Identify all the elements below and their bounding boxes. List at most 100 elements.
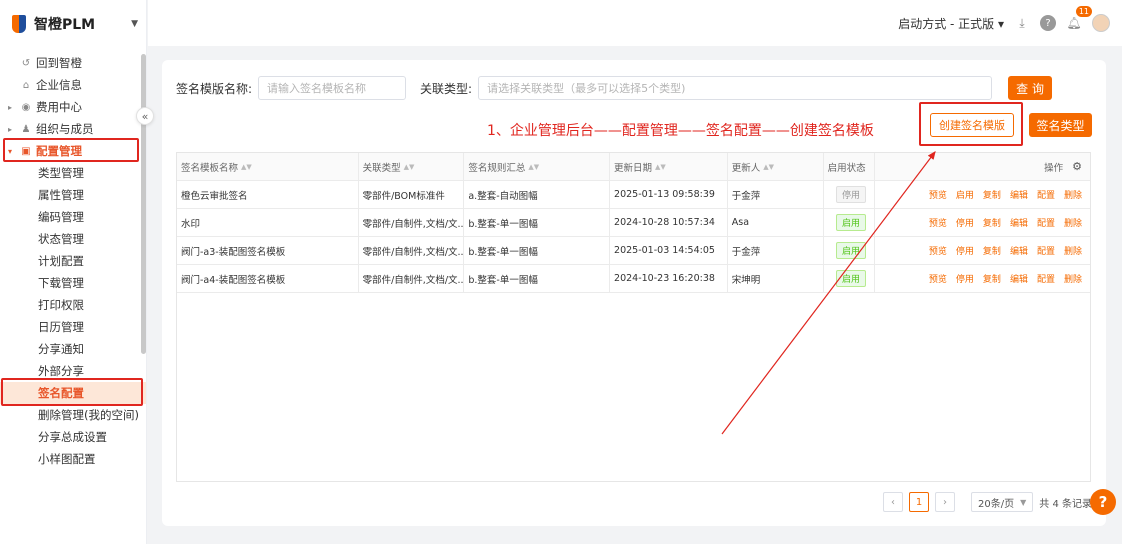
- sidebar-subitem[interactable]: 打印权限: [0, 294, 146, 316]
- sidebar-item-2[interactable]: ▸ ◉ 费用中心: [0, 96, 146, 118]
- sort-icon[interactable]: ▲▼: [655, 163, 666, 171]
- row-action-link[interactable]: 预览: [929, 216, 947, 229]
- cell-name: 橙色云审批签名: [177, 181, 359, 208]
- column-header[interactable]: 操作 ⚙: [875, 153, 1090, 180]
- sidebar-subitem[interactable]: 删除管理(我的空间): [0, 404, 146, 426]
- column-header[interactable]: 签名规则汇总 ▲▼: [464, 153, 611, 180]
- table-row: 水印 零部件/自制件,文档/文... b.整套-单一图幅 2024-10-28 10:…: [177, 209, 1090, 237]
- sidebar-subitem[interactable]: 小样图配置: [0, 448, 146, 470]
- sidebar-subitem[interactable]: 外部分享: [0, 360, 146, 382]
- row-action-link[interactable]: 配置: [1037, 216, 1055, 229]
- avatar[interactable]: [1092, 14, 1110, 32]
- query-button[interactable]: 查 询: [1008, 76, 1053, 100]
- sort-icon[interactable]: ▲▼: [528, 163, 539, 171]
- cell-name: 阀门-a4-装配图签名模板: [177, 265, 359, 292]
- pagination: ‹ 1 › 20条/页 ▼ 共 4 条记录: [883, 492, 1092, 512]
- prev-page-icon[interactable]: ‹: [883, 492, 904, 512]
- sidebar-item-3[interactable]: ▸ ♟ 组织与成员: [0, 118, 146, 140]
- cell-status: 启用: [824, 209, 876, 236]
- type-select[interactable]: 请选择关联类型（最多可以选择5个类型): [478, 76, 993, 100]
- row-action-link[interactable]: 停用: [956, 244, 974, 257]
- page-size-select[interactable]: 20条/页 ▼: [971, 492, 1034, 512]
- sidebar-item-1[interactable]: ⌂ 企业信息: [0, 74, 146, 96]
- row-action-link[interactable]: 复制: [983, 244, 1001, 257]
- create-template-button[interactable]: 创建签名模版: [930, 113, 1014, 137]
- sidebar-subitem[interactable]: 日历管理: [0, 316, 146, 338]
- app-name: 智橙PLM: [34, 17, 96, 33]
- status-badge: 启用: [836, 242, 867, 259]
- row-action-link[interactable]: 删除: [1064, 188, 1082, 201]
- row-action-link[interactable]: 配置: [1037, 272, 1055, 285]
- cell-date: 2025-01-03 14:54:05: [610, 237, 728, 264]
- sidebar-item-label: 费用中心: [36, 100, 82, 114]
- name-input[interactable]: 请输入签名模板名称: [258, 76, 407, 100]
- collapse-sidebar-icon[interactable]: «: [136, 107, 154, 125]
- sort-icon[interactable]: ▲▼: [241, 163, 252, 171]
- row-action-link[interactable]: 停用: [956, 216, 974, 229]
- sidebar-subitem[interactable]: 分享通知: [0, 338, 146, 360]
- sidebar-item-0[interactable]: ↺ 回到智橙: [0, 52, 146, 74]
- next-page-icon[interactable]: ›: [935, 492, 956, 512]
- sidebar-subitem[interactable]: 类型管理: [0, 162, 146, 184]
- row-action-link[interactable]: 预览: [929, 188, 947, 201]
- instruction-annotation: 1、企业管理后台——配置管理——签名配置——创建签名模板: [487, 123, 874, 139]
- sidebar-subitem[interactable]: 属性管理: [0, 184, 146, 206]
- row-action-link[interactable]: 编辑: [1010, 188, 1028, 201]
- sidebar-subitem[interactable]: 编码管理: [0, 206, 146, 228]
- home-icon: ⌂: [22, 79, 30, 91]
- row-action-link[interactable]: 复制: [983, 216, 1001, 229]
- column-header[interactable]: 关联类型 ▲▼: [359, 153, 465, 180]
- column-header[interactable]: 签名模板名称 ▲▼: [177, 153, 359, 180]
- app-logo[interactable]: 智橙PLM ▼: [0, 0, 146, 48]
- sidebar-subitem[interactable]: 状态管理: [0, 228, 146, 250]
- cell-user: 宋坤明: [728, 265, 824, 292]
- row-action-link[interactable]: 复制: [983, 188, 1001, 201]
- row-action-link[interactable]: 删除: [1064, 216, 1082, 229]
- table-body: 橙色云审批签名 零部件/BOM标准件 a.整套-自动图幅 2025-01-13 09:…: [177, 181, 1090, 293]
- sidebar-subitem[interactable]: 下载管理: [0, 272, 146, 294]
- help-icon[interactable]: ?: [1040, 15, 1056, 31]
- status-badge: 启用: [836, 270, 867, 287]
- sort-icon[interactable]: ▲▼: [404, 163, 415, 171]
- return-icon: ↺: [21, 57, 31, 69]
- row-action-link[interactable]: 编辑: [1010, 244, 1028, 257]
- row-action-link[interactable]: 停用: [956, 272, 974, 285]
- total-count: 共 4 条记录: [1039, 498, 1092, 510]
- row-action-link[interactable]: 启用: [956, 188, 974, 201]
- page-current[interactable]: 1: [909, 492, 930, 512]
- sidebar-subitem[interactable]: 计划配置: [0, 250, 146, 272]
- sidebar-group-config[interactable]: ▾ ▣ 配置管理: [0, 140, 146, 162]
- signature-types-button[interactable]: 签名类型: [1029, 113, 1092, 137]
- row-action-link[interactable]: 删除: [1064, 244, 1082, 257]
- cell-user: 于金萍: [728, 181, 824, 208]
- cost-icon: ◉: [21, 101, 31, 113]
- row-action-link[interactable]: 配置: [1037, 244, 1055, 257]
- row-action-link[interactable]: 预览: [929, 272, 947, 285]
- startup-mode-select[interactable]: 启动方式 - 正式版 ▾: [898, 15, 1004, 32]
- sidebar: 智橙PLM ▼ ↺ 回到智橙 ⌂ 企业信息 ▸ ◉ 费用中心 ▸ ♟ 组织与成员 ▾ ▣ 配置管理 类型管…: [0, 0, 147, 544]
- row-action-link[interactable]: 删除: [1064, 272, 1082, 285]
- chevron-down-icon[interactable]: ▼: [131, 19, 138, 29]
- download-icon[interactable]: ⤓: [1014, 15, 1030, 31]
- name-label: 签名模版名称:: [176, 81, 253, 96]
- bell-icon[interactable]: 🔔︎ 11: [1066, 6, 1092, 31]
- column-header[interactable]: 启用状态: [824, 153, 876, 180]
- table-header: 签名模板名称 ▲▼ 关联类型 ▲▼ 签名规则汇总 ▲▼ 更新日期 ▲▼ 更新人 ▲▼ 启用状态 操作 ⚙: [177, 153, 1090, 181]
- column-header-label: 关联类型: [362, 162, 401, 174]
- sidebar-scrollbar[interactable]: [141, 54, 146, 354]
- row-action-link[interactable]: 预览: [929, 244, 947, 257]
- row-action-link[interactable]: 编辑: [1010, 216, 1028, 229]
- sidebar-subitem[interactable]: 分享总成设置: [0, 426, 146, 448]
- gear-icon[interactable]: ⚙: [1072, 160, 1082, 173]
- column-header[interactable]: 更新人 ▲▼: [728, 153, 824, 180]
- sidebar-subitem[interactable]: 签名配置: [0, 382, 146, 404]
- column-header[interactable]: 更新日期 ▲▼: [610, 153, 728, 180]
- sidebar-item-label: 回到智橙: [36, 56, 82, 70]
- chevron-down-icon: ▾: [8, 146, 13, 156]
- row-action-link[interactable]: 复制: [983, 272, 1001, 285]
- column-header-label: 更新日期: [614, 162, 653, 174]
- help-button[interactable]: ?: [1090, 489, 1116, 515]
- row-action-link[interactable]: 配置: [1037, 188, 1055, 201]
- row-action-link[interactable]: 编辑: [1010, 272, 1028, 285]
- sort-icon[interactable]: ▲▼: [763, 163, 774, 171]
